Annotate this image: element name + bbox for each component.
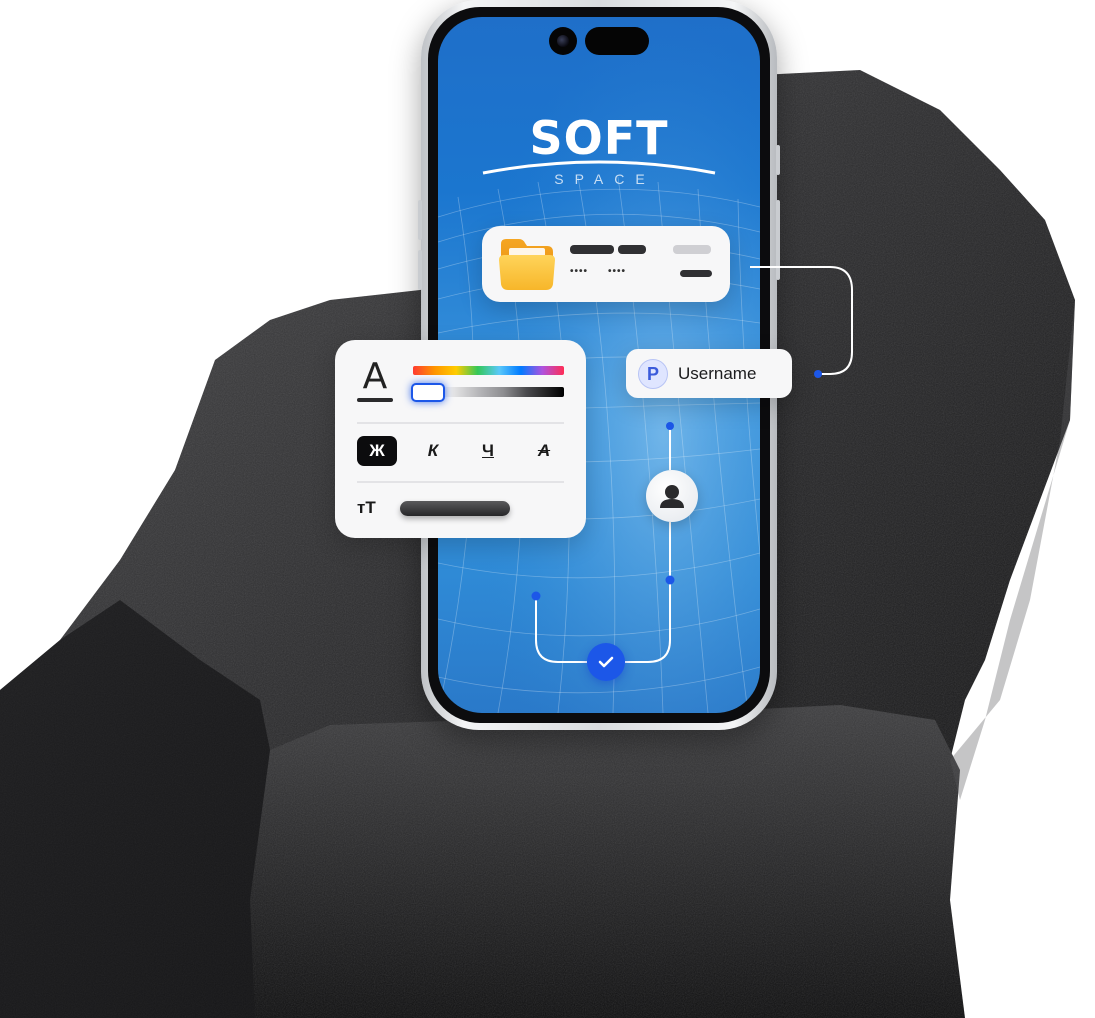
volume-button — [418, 250, 422, 290]
divider — [357, 481, 564, 483]
divider — [357, 422, 564, 424]
text-color-icon[interactable]: A — [357, 358, 393, 404]
username-label: Username — [678, 363, 757, 383]
file-size-bar — [673, 245, 711, 254]
power-button — [776, 200, 780, 280]
file-card[interactable]: •••• •••• — [482, 226, 730, 302]
underline-button[interactable]: Ч — [468, 436, 508, 466]
file-name-bar — [570, 245, 614, 254]
side-button — [776, 145, 780, 175]
username-chip[interactable]: P Username — [626, 349, 792, 398]
folder-icon — [499, 239, 555, 290]
strikethrough-button[interactable]: А — [524, 436, 564, 466]
text-size-slider[interactable] — [400, 501, 510, 516]
text-format-card: A Ж К Ч А тТ — [335, 340, 586, 538]
file-meta-dots: •••• — [608, 266, 627, 277]
volume-button — [418, 200, 422, 240]
dynamic-island — [585, 27, 649, 55]
file-date-bar — [680, 270, 712, 277]
camera-icon — [549, 27, 577, 55]
bold-button[interactable]: Ж — [357, 436, 397, 466]
file-name-bar — [618, 245, 646, 254]
file-meta-dots: •••• — [570, 266, 589, 277]
checkmark-icon[interactable] — [587, 643, 625, 681]
italic-button[interactable]: К — [413, 436, 453, 466]
text-size-icon: тТ — [357, 498, 376, 517]
user-avatar-icon[interactable] — [646, 470, 698, 522]
color-swatch-selected[interactable] — [411, 383, 445, 402]
hue-slider[interactable] — [413, 366, 564, 375]
soft-space-logo: SOFT SPACE — [438, 113, 760, 187]
user-badge-icon: P — [638, 358, 668, 389]
logo-title: SOFT — [529, 111, 669, 165]
